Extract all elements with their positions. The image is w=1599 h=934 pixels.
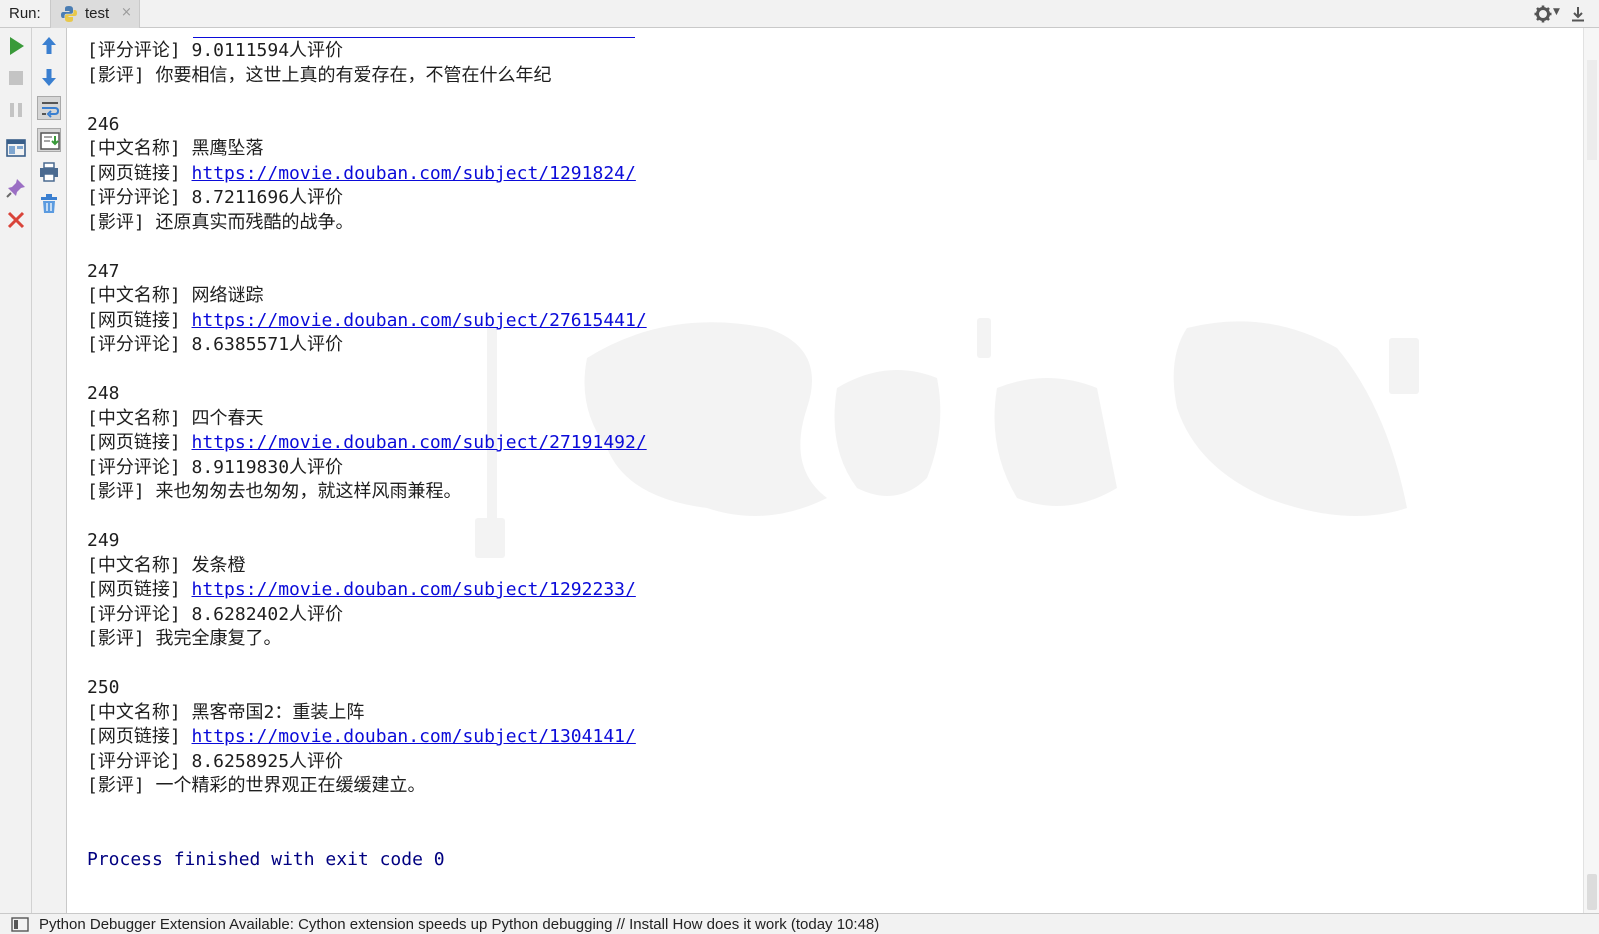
console-line: [评分评论] 8.6282402人评价: [87, 603, 344, 625]
console-line: [中文名称] 网络谜踪: [87, 285, 264, 306]
pause-icon: [10, 103, 22, 117]
close-icon: [7, 211, 25, 229]
console-line-link: [网页链接] https://movie.douban.com/subject/…: [87, 309, 647, 334]
scroll-to-end-icon: [40, 132, 60, 150]
console-line: [中文名称] 黑鹰坠落: [87, 138, 264, 159]
console-line: [影评] 你要相信，这世上真的有爱存在，不管在什么年纪: [87, 64, 552, 86]
soft-wrap-button[interactable]: [37, 96, 61, 120]
pause-button[interactable]: [4, 98, 28, 122]
douban-link[interactable]: https://movie.douban.com/subject/2761544…: [192, 310, 647, 331]
console-line: [评分评论] 8.9119830人评价: [87, 456, 344, 478]
python-icon: [61, 6, 77, 22]
rerun-button[interactable]: [4, 34, 28, 58]
console-line: [中文名称] 四个春天: [87, 407, 264, 429]
movie-rank: 249: [87, 530, 120, 551]
status-bar: Python Debugger Extension Available: Cyt…: [0, 913, 1599, 934]
douban-link[interactable]: https://movie.douban.com/subject/1304141…: [192, 726, 636, 747]
console-lines: [评分评论] 9.0111594人评价 [影评] 你要相信，这世上真的有爱存在，不…: [87, 36, 647, 872]
console-line: [影评] 还原真实而残酷的战争。: [87, 211, 354, 233]
console-line: [影评] 我完全康复了。: [87, 628, 282, 649]
print-icon: [40, 162, 58, 182]
close-run-button[interactable]: [4, 208, 28, 232]
console-output[interactable]: [评分评论] 9.0111594人评价 [影评] 你要相信，这世上真的有爱存在，不…: [67, 28, 1583, 913]
console-line: [评分评论] 9.0111594人评价: [87, 40, 344, 61]
movie-rank: 246: [87, 113, 120, 135]
stop-icon: [9, 71, 23, 85]
console-line-link: [网页链接] https://movie.douban.com/subject/…: [87, 431, 647, 456]
run-actions-toolbar: [0, 28, 32, 913]
scroll-up-button[interactable]: [37, 34, 61, 58]
soft-wrap-icon: [42, 102, 60, 118]
layout-icon: [6, 139, 26, 157]
movie-rank: 247: [87, 260, 120, 282]
scroll-to-end-button[interactable]: [37, 128, 61, 152]
link-label: [网页链接]: [87, 726, 192, 747]
console-line-link: [网页链接] https://movie.douban.com/subject/…: [87, 725, 647, 750]
console-line: [中文名称] 黑客帝国2：重装上阵: [87, 701, 365, 723]
run-tab-test[interactable]: test ×: [50, 0, 140, 28]
console-line: [评分评论] 8.6258925人评价: [87, 750, 344, 772]
scroll-down-button[interactable]: [37, 65, 61, 89]
process-exit-message: Process finished with exit code 0: [87, 848, 445, 870]
douban-link[interactable]: https://movie.douban.com/subject/1292233…: [192, 579, 636, 600]
tool-window-icon[interactable]: [11, 917, 29, 932]
pin-icon: [6, 179, 25, 198]
douban-link[interactable]: https://movie.douban.com/subject/2719149…: [192, 432, 647, 453]
link-label: [网页链接]: [87, 309, 192, 331]
scrollbar-thumb[interactable]: [1587, 874, 1597, 910]
console-line: [影评] 来也匆匆去也匆匆，就这样风雨兼程。: [87, 481, 462, 502]
run-icon: [10, 37, 24, 55]
arrow-down-icon: [42, 69, 56, 86]
hide-panel-icon[interactable]: [1568, 4, 1588, 24]
console-line: [评分评论] 8.7211696人评价: [87, 187, 344, 208]
partial-link[interactable]: [193, 33, 635, 38]
chevron-down-icon[interactable]: ▼: [1553, 7, 1560, 17]
console-line-link: [网页链接] https://movie.douban.com/subject/…: [87, 162, 647, 187]
console-line: [中文名称] 发条橙: [87, 554, 246, 576]
trash-icon: [41, 194, 57, 213]
pin-tab-button[interactable]: [4, 176, 28, 200]
status-message[interactable]: Python Debugger Extension Available: Cyt…: [39, 916, 879, 933]
console-line-link: [网页链接] https://movie.douban.com/subject/…: [87, 578, 647, 603]
close-tab-icon[interactable]: ×: [121, 5, 132, 20]
link-label: [网页链接]: [87, 432, 192, 453]
link-label: [网页链接]: [87, 162, 192, 184]
douban-link[interactable]: https://movie.douban.com/subject/1291824…: [192, 163, 636, 184]
print-button[interactable]: [37, 160, 61, 184]
console-line: [影评] 一个精彩的世界观正在缓缓建立。: [87, 775, 426, 796]
vertical-scrollbar[interactable]: [1583, 28, 1599, 913]
clear-all-button[interactable]: [37, 192, 61, 216]
scrollbar-marker: [1587, 60, 1597, 160]
tab-label: test: [85, 5, 110, 22]
movie-rank: 250: [87, 677, 120, 698]
run-toolbar: Run: test × ▼: [0, 0, 1599, 28]
console-line: [评分评论] 8.6385571人评价: [87, 334, 344, 355]
arrow-up-icon: [42, 37, 56, 54]
console-actions-toolbar: [32, 28, 67, 913]
movie-rank: 248: [87, 383, 120, 404]
restore-layout-button[interactable]: [4, 136, 28, 160]
gear-icon[interactable]: [1533, 4, 1553, 24]
run-label: Run:: [9, 5, 41, 22]
link-label: [网页链接]: [87, 579, 192, 600]
stop-button[interactable]: [4, 66, 28, 90]
